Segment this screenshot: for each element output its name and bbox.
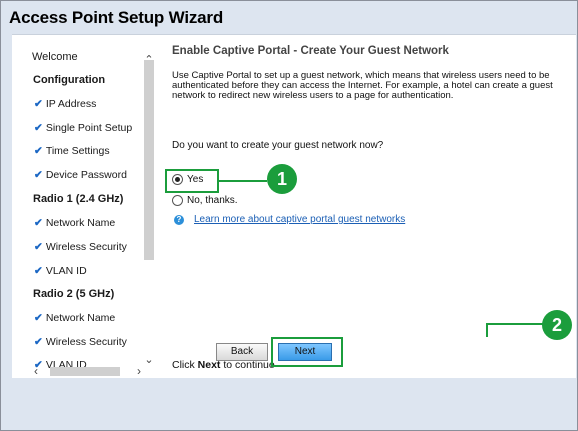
- wizard-nav: Welcome Configuration ✔ IP Address ✔ Singl…: [12, 35, 164, 378]
- nav-item-time-settings[interactable]: ✔ Time Settings: [34, 145, 110, 157]
- nav-item-radio1-network-name[interactable]: ✔ Network Name: [34, 217, 115, 229]
- scrollbar-thumb[interactable]: [50, 367, 120, 376]
- callout-line-2a: [486, 324, 488, 337]
- nav-item-device-password[interactable]: ✔ Device Password: [34, 169, 127, 181]
- help-link[interactable]: Learn more about captive portal guest ne…: [194, 214, 405, 225]
- callout-line-1: [217, 180, 267, 182]
- nav-item-welcome[interactable]: Welcome: [32, 51, 78, 63]
- check-icon: ✔: [34, 217, 43, 229]
- nav-item-single-point-setup[interactable]: ✔ Single Point Setup: [34, 122, 132, 134]
- page-title: Enable Captive Portal - Create Your Gues…: [172, 45, 449, 57]
- nav-section-configuration: Configuration: [33, 74, 106, 86]
- nav-item-radio1-vlan-id[interactable]: ✔ VLAN ID: [34, 265, 87, 277]
- check-icon: ✔: [34, 265, 43, 277]
- callout-badge-2: 2: [542, 310, 572, 340]
- wizard-content: Enable Captive Portal - Create Your Gues…: [165, 35, 576, 378]
- radio-yes[interactable]: Yes: [172, 174, 203, 185]
- scroll-left-icon[interactable]: ‹: [34, 364, 38, 378]
- nav-vertical-scrollbar[interactable]: ⌃ ⌄: [142, 50, 156, 368]
- radio-unselected-icon[interactable]: [172, 195, 183, 206]
- back-button[interactable]: Back: [216, 343, 268, 361]
- next-button[interactable]: Next: [278, 343, 332, 361]
- nav-item-radio2-network-name[interactable]: ✔ Network Name: [34, 312, 115, 324]
- help-icon: ?: [174, 214, 184, 225]
- window-title: Access Point Setup Wizard: [9, 8, 224, 27]
- nav-section-radio2: Radio 2 (5 GHz): [33, 288, 115, 300]
- question-text: Do you want to create your guest network…: [172, 140, 384, 151]
- scrollbar-thumb[interactable]: [144, 60, 154, 260]
- callout-line-2b: [486, 323, 543, 325]
- radio-selected-icon[interactable]: [172, 174, 183, 185]
- nav-item-radio1-wireless-security[interactable]: ✔ Wireless Security: [34, 241, 127, 253]
- description-text: Use Captive Portal to set up a guest net…: [172, 70, 553, 101]
- radio-no-label: No, thanks.: [187, 195, 238, 206]
- check-icon: ✔: [34, 145, 43, 157]
- check-icon: ✔: [34, 336, 43, 348]
- wizard-panel: Welcome Configuration ✔ IP Address ✔ Singl…: [12, 34, 576, 378]
- help-row: ? Learn more about captive portal guest …: [174, 214, 405, 225]
- nav-section-radio1: Radio 1 (2.4 GHz): [33, 193, 124, 205]
- check-icon: ✔: [34, 241, 43, 253]
- nav-item-ip-address[interactable]: ✔ IP Address: [34, 98, 96, 110]
- check-icon: ✔: [34, 122, 43, 134]
- nav-item-radio2-wireless-security[interactable]: ✔ Wireless Security: [34, 336, 127, 348]
- check-icon: ✔: [34, 169, 43, 181]
- radio-no[interactable]: No, thanks.: [172, 195, 238, 206]
- nav-horizontal-scrollbar[interactable]: ‹ ›: [34, 364, 154, 378]
- check-icon: ✔: [34, 312, 43, 324]
- callout-badge-1: 1: [267, 164, 297, 194]
- check-icon: ✔: [34, 98, 43, 110]
- wizard-window: Access Point Setup Wizard Welcome Config…: [0, 0, 578, 431]
- radio-yes-label: Yes: [187, 174, 204, 185]
- scroll-right-icon[interactable]: ›: [137, 364, 141, 378]
